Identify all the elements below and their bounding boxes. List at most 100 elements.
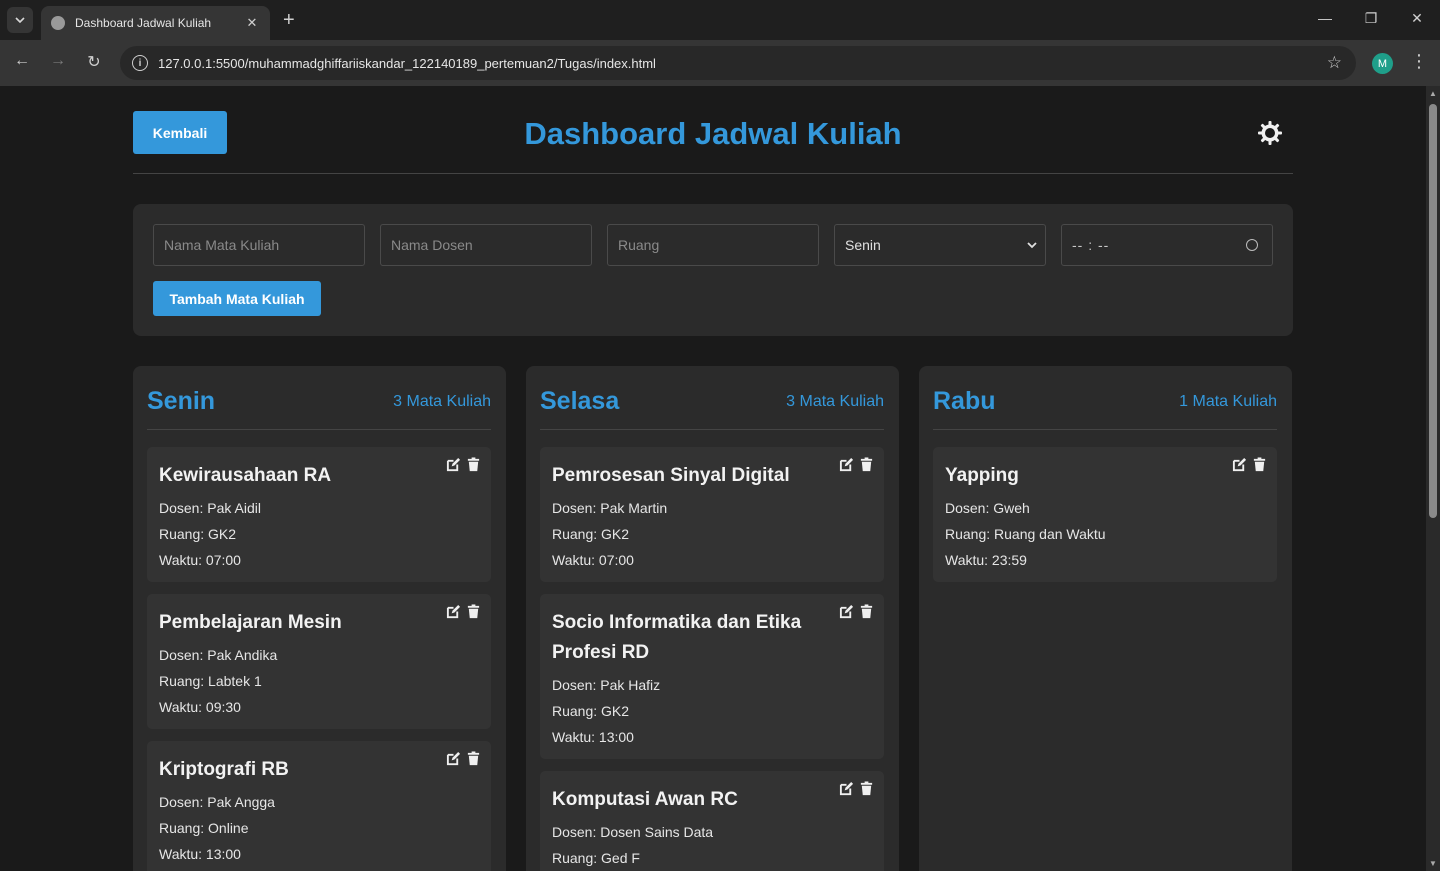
new-tab-icon[interactable]: + — [283, 9, 295, 31]
day-name: Senin — [147, 387, 216, 415]
course-title: Yapping — [945, 465, 1019, 486]
browser-tab[interactable]: Dashboard Jadwal Kuliah ✕ — [41, 6, 270, 40]
reload-icon[interactable]: ↻ — [83, 52, 105, 72]
course-card: Yapping Dosen: Gweh Ruang: Ruang dan Wak… — [933, 447, 1277, 582]
tab-search-icon[interactable] — [7, 7, 33, 33]
course-name-field[interactable] — [153, 224, 365, 266]
page-title: Dashboard Jadwal Kuliah — [524, 116, 902, 151]
time-value: -- : -- — [1072, 237, 1110, 253]
course-room: Ruang: Labtek 1 — [159, 673, 262, 689]
course-count: 3 Mata Kuliah — [393, 393, 491, 410]
course-card: Pemrosesan Sinyal Digital Dosen: Pak Mar… — [540, 447, 884, 582]
course-title: Pembelajaran Mesin — [159, 612, 342, 633]
edit-icon[interactable] — [839, 781, 854, 796]
course-actions — [839, 457, 874, 472]
course-actions — [446, 457, 481, 472]
course-title: Kriptografi RB — [159, 759, 289, 780]
course-time: Waktu: 07:00 — [552, 552, 634, 568]
course-card: Kewirausahaan RA Dosen: Pak Aidil Ruang:… — [147, 447, 491, 582]
day-name: Selasa — [540, 387, 620, 415]
course-title: Komputasi Awan RC — [552, 789, 738, 810]
trash-icon[interactable] — [466, 751, 481, 766]
day-column-rabu: Rabu 1 Mata Kuliah Yapping Dosen: Gweh R… — [919, 366, 1292, 871]
room-field[interactable] — [607, 224, 819, 266]
edit-icon[interactable] — [446, 751, 461, 766]
course-actions — [1232, 457, 1267, 472]
course-lecturer: Dosen: Gweh — [945, 500, 1030, 516]
add-course-button[interactable]: Tambah Mata Kuliah — [153, 281, 321, 316]
course-actions — [446, 604, 481, 619]
bookmark-star-icon[interactable]: ☆ — [1327, 53, 1342, 73]
day-name: Rabu — [933, 387, 996, 415]
page-scrollbar[interactable]: ▲ ▼ — [1426, 86, 1440, 871]
dashboard-container: Kembali Dashboard Jadwal Kuliah Nama Mat… — [133, 86, 1293, 871]
browser-toolbar: ← → ↻ i 127.0.0.1:5500/muhammadghiffarii… — [0, 40, 1440, 86]
restore-icon[interactable]: ❐ — [1361, 10, 1381, 27]
course-room: Ruang: GK2 — [552, 703, 630, 719]
tab-title: Dashboard Jadwal Kuliah — [75, 16, 212, 30]
course-lecturer: Dosen: Pak Andika — [159, 647, 278, 663]
course-room: Ruang: Online — [159, 820, 249, 836]
page-header: Kembali Dashboard Jadwal Kuliah — [133, 86, 1293, 174]
url-text[interactable]: 127.0.0.1:5500/muhammadghiffariiskandar_… — [158, 56, 1327, 71]
edit-icon[interactable] — [1232, 457, 1247, 472]
globe-icon — [51, 16, 65, 30]
room-input[interactable] — [618, 237, 818, 253]
course-count: 1 Mata Kuliah — [1179, 393, 1277, 410]
day-header: Rabu 1 Mata Kuliah — [933, 366, 1277, 430]
close-icon[interactable]: ✕ — [244, 15, 260, 31]
scroll-thumb[interactable] — [1429, 104, 1437, 518]
minimize-icon[interactable]: — — [1315, 10, 1335, 26]
course-lecturer: Dosen: Pak Martin — [552, 500, 668, 516]
course-time: Waktu: 09:30 — [159, 699, 241, 715]
window-close-icon[interactable]: ✕ — [1407, 10, 1427, 27]
course-count: 3 Mata Kuliah — [786, 393, 884, 410]
course-card: Kriptografi RB Dosen: Pak Angga Ruang: O… — [147, 741, 491, 871]
scroll-down-icon[interactable]: ▼ — [1429, 859, 1437, 868]
course-lecturer: Dosen: Pak Hafiz — [552, 677, 661, 693]
course-actions — [839, 604, 874, 619]
scroll-up-icon[interactable]: ▲ — [1429, 89, 1437, 98]
trash-icon[interactable] — [466, 457, 481, 472]
edit-icon[interactable] — [446, 457, 461, 472]
trash-icon[interactable] — [859, 457, 874, 472]
course-title: Socio Informatika dan Etika Profesi RD — [552, 612, 802, 663]
browser-tab-bar: Dashboard Jadwal Kuliah ✕ + — ❐ ✕ — [0, 0, 1440, 40]
sun-icon[interactable] — [1257, 120, 1283, 146]
course-actions — [446, 751, 481, 766]
forward-arrow-icon[interactable]: → — [47, 52, 69, 70]
site-info-icon[interactable]: i — [132, 55, 148, 71]
day-select[interactable]: Senin — [834, 224, 1046, 266]
course-lecturer: Dosen: Dosen Sains Data — [552, 824, 714, 840]
address-bar[interactable]: i 127.0.0.1:5500/muhammadghiffariiskanda… — [120, 46, 1356, 80]
trash-icon[interactable] — [859, 604, 874, 619]
day-column-selasa: Selasa 3 Mata Kuliah Pemrosesan Sinyal D… — [526, 366, 899, 871]
course-name-input[interactable] — [164, 237, 364, 253]
profile-avatar[interactable]: M — [1372, 53, 1393, 74]
course-time: Waktu: 23:59 — [945, 552, 1027, 568]
course-time: Waktu: 07:00 — [159, 552, 241, 568]
course-lecturer: Dosen: Pak Aidil — [159, 500, 261, 516]
edit-icon[interactable] — [839, 604, 854, 619]
course-room: Ruang: GK2 — [159, 526, 237, 542]
trash-icon[interactable] — [466, 604, 481, 619]
menu-kebab-icon[interactable]: ⋮ — [1410, 51, 1428, 72]
trash-icon[interactable] — [859, 781, 874, 796]
lecturer-name-input[interactable] — [391, 237, 591, 253]
lecturer-name-field[interactable] — [380, 224, 592, 266]
add-course-form: Senin -- : -- Tambah Mata Kuliah — [133, 204, 1293, 336]
clock-icon[interactable] — [1246, 239, 1258, 251]
day-column-senin: Senin 3 Mata Kuliah Kewirausahaan RA Dos… — [133, 366, 506, 871]
day-header: Selasa 3 Mata Kuliah — [540, 366, 884, 430]
course-room: Ruang: Ged F — [552, 850, 640, 866]
back-arrow-icon[interactable]: ← — [11, 52, 33, 70]
course-card: Komputasi Awan RC Dosen: Dosen Sains Dat… — [540, 771, 884, 871]
edit-icon[interactable] — [839, 457, 854, 472]
course-room: Ruang: GK2 — [552, 526, 630, 542]
day-select-value: Senin — [845, 237, 881, 253]
course-actions — [839, 781, 874, 796]
trash-icon[interactable] — [1252, 457, 1267, 472]
time-input[interactable]: -- : -- — [1061, 224, 1273, 266]
page-viewport: Kembali Dashboard Jadwal Kuliah Nama Mat… — [0, 86, 1426, 871]
edit-icon[interactable] — [446, 604, 461, 619]
